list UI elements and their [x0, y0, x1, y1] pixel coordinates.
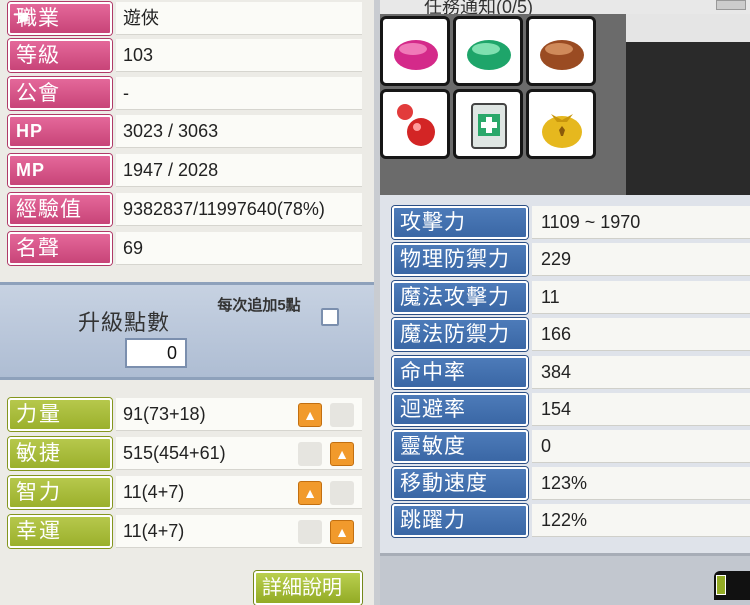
ability-value: 11 — [532, 281, 750, 314]
luk-up-button[interactable]: ▲ — [330, 520, 354, 544]
luk-disabled-button — [298, 520, 322, 544]
ability-panel-footer — [380, 553, 750, 605]
stat-row-dex: 敏捷 515(454+61) ▲ — [0, 435, 374, 473]
ability-label: 命中率 — [392, 356, 528, 389]
stat-value: 91(73+18) — [116, 398, 362, 431]
ability-value: 122% — [532, 504, 750, 537]
stat-row-luk: 幸運 11(4+7) ▲ — [0, 513, 374, 551]
ability-row: 跳躍力 122% — [380, 502, 750, 539]
hand-cursor-icon: ☚ — [12, 7, 30, 29]
info-label: HP — [8, 115, 112, 148]
stat-label: 幸運 — [8, 515, 112, 548]
info-label: 經驗值 — [8, 193, 112, 226]
ability-row: 物理防禦力 229 — [380, 241, 750, 278]
quick-slot-panel: 任務通知(0/5) — [380, 0, 750, 195]
corner-button-icon — [716, 575, 726, 595]
ability-value: 1109 ~ 1970 — [532, 206, 750, 239]
ability-panel: 攻擊力 1109 ~ 1970 物理防禦力 229 魔法攻擊力 11 魔法防禦力… — [380, 195, 750, 605]
ability-label: 靈敏度 — [392, 430, 528, 463]
info-row-guild: 公會 - — [0, 75, 374, 112]
character-info-panel: 職業 遊俠 等級 103 公會 - HP 3023 / 3063 MP 1947… — [0, 0, 374, 605]
quick-slot-5[interactable] — [453, 89, 523, 159]
gold-bag-icon — [542, 114, 582, 148]
quick-slot-1[interactable] — [380, 16, 450, 86]
ability-row: 移動速度 123% — [380, 465, 750, 502]
ability-label: 魔法攻擊力 — [392, 281, 528, 314]
ability-row: 命中率 384 — [380, 354, 750, 391]
info-label: 等級 — [8, 39, 112, 72]
pink-bean-icon — [394, 40, 438, 70]
ability-label: 魔法防禦力 — [392, 318, 528, 351]
quick-slot-2[interactable] — [453, 16, 523, 86]
red-gourd-icon — [397, 104, 435, 146]
stat-label: 敏捷 — [8, 437, 112, 470]
info-row-level: 等級 103 — [0, 37, 374, 74]
int-disabled-button — [330, 481, 354, 505]
quick-slot-4[interactable] — [380, 89, 450, 159]
points-title: 升級點數 — [78, 310, 171, 335]
green-bean-icon — [467, 40, 511, 70]
info-label: 公會 — [8, 77, 112, 110]
stat-row-str: 力量 91(73+18) ▲ — [0, 396, 374, 434]
ability-value: 123% — [532, 467, 750, 500]
str-disabled-button — [330, 403, 354, 427]
ability-value: 229 — [532, 243, 750, 276]
dex-disabled-button — [298, 442, 322, 466]
quick-slot-3[interactable] — [526, 16, 596, 86]
level-up-points-area: 升級點數 0 每次追加5點 — [0, 282, 374, 380]
info-value: 1947 / 2028 — [116, 154, 362, 187]
info-value: 69 — [116, 232, 362, 265]
info-row-hp: HP 3023 / 3063 — [0, 113, 374, 150]
info-value: 9382837/11997640(78%) — [116, 193, 362, 226]
ability-row: 靈敏度 0 — [380, 428, 750, 465]
info-label: 名聲 — [8, 232, 112, 265]
info-row-job: 職業 遊俠 — [0, 0, 374, 37]
stat-value: 11(4+7) — [116, 476, 362, 509]
info-value: 3023 / 3063 — [116, 115, 362, 148]
info-row-fame: 名聲 69 — [0, 230, 374, 267]
quest-notification-bar[interactable]: 任務通知(0/5) — [380, 0, 750, 17]
str-up-button[interactable]: ▲ — [298, 403, 322, 427]
ability-value: 384 — [532, 356, 750, 389]
info-row-exp: 經驗值 9382837/11997640(78%) — [0, 191, 374, 228]
ability-row: 攻擊力 1109 ~ 1970 — [380, 204, 750, 241]
quick-slot-6[interactable] — [526, 89, 596, 159]
ability-label: 攻擊力 — [392, 206, 528, 239]
ability-row: 魔法攻擊力 11 — [380, 279, 750, 316]
ability-value: 166 — [532, 318, 750, 351]
ability-value: 154 — [532, 393, 750, 426]
ability-label: 跳躍力 — [392, 504, 528, 537]
stat-label: 力量 — [8, 398, 112, 431]
ability-row: 迴避率 154 — [380, 391, 750, 428]
brown-bean-icon — [540, 40, 584, 70]
info-value: - — [116, 77, 362, 110]
dex-up-button[interactable]: ▲ — [330, 442, 354, 466]
detail-button[interactable]: 詳細說明 — [254, 571, 362, 605]
slot-header-strip — [626, 14, 750, 42]
stat-value: 515(454+61) — [116, 437, 362, 470]
int-up-button[interactable]: ▲ — [298, 481, 322, 505]
ability-row: 魔法防禦力 166 — [380, 316, 750, 353]
ability-label: 迴避率 — [392, 393, 528, 426]
ability-value: 0 — [532, 430, 750, 463]
ability-label: 物理防禦力 — [392, 243, 528, 276]
ability-label: 移動速度 — [392, 467, 528, 500]
quest-toggle-button[interactable] — [716, 0, 746, 10]
corner-button[interactable] — [714, 571, 750, 600]
auto-add-checkbox[interactable] — [321, 308, 339, 326]
info-row-mp: MP 1947 / 2028 — [0, 152, 374, 189]
points-value: 0 — [125, 338, 187, 368]
info-value: 遊俠 — [116, 2, 362, 35]
auto-add-label: 每次追加5點 — [217, 297, 301, 314]
stat-label: 智力 — [8, 476, 112, 509]
stat-row-int: 智力 11(4+7) ▲ — [0, 474, 374, 512]
stat-value: 11(4+7) — [116, 515, 362, 548]
medicine-jar-icon — [471, 103, 507, 149]
info-value: 103 — [116, 39, 362, 72]
info-label: MP — [8, 154, 112, 187]
